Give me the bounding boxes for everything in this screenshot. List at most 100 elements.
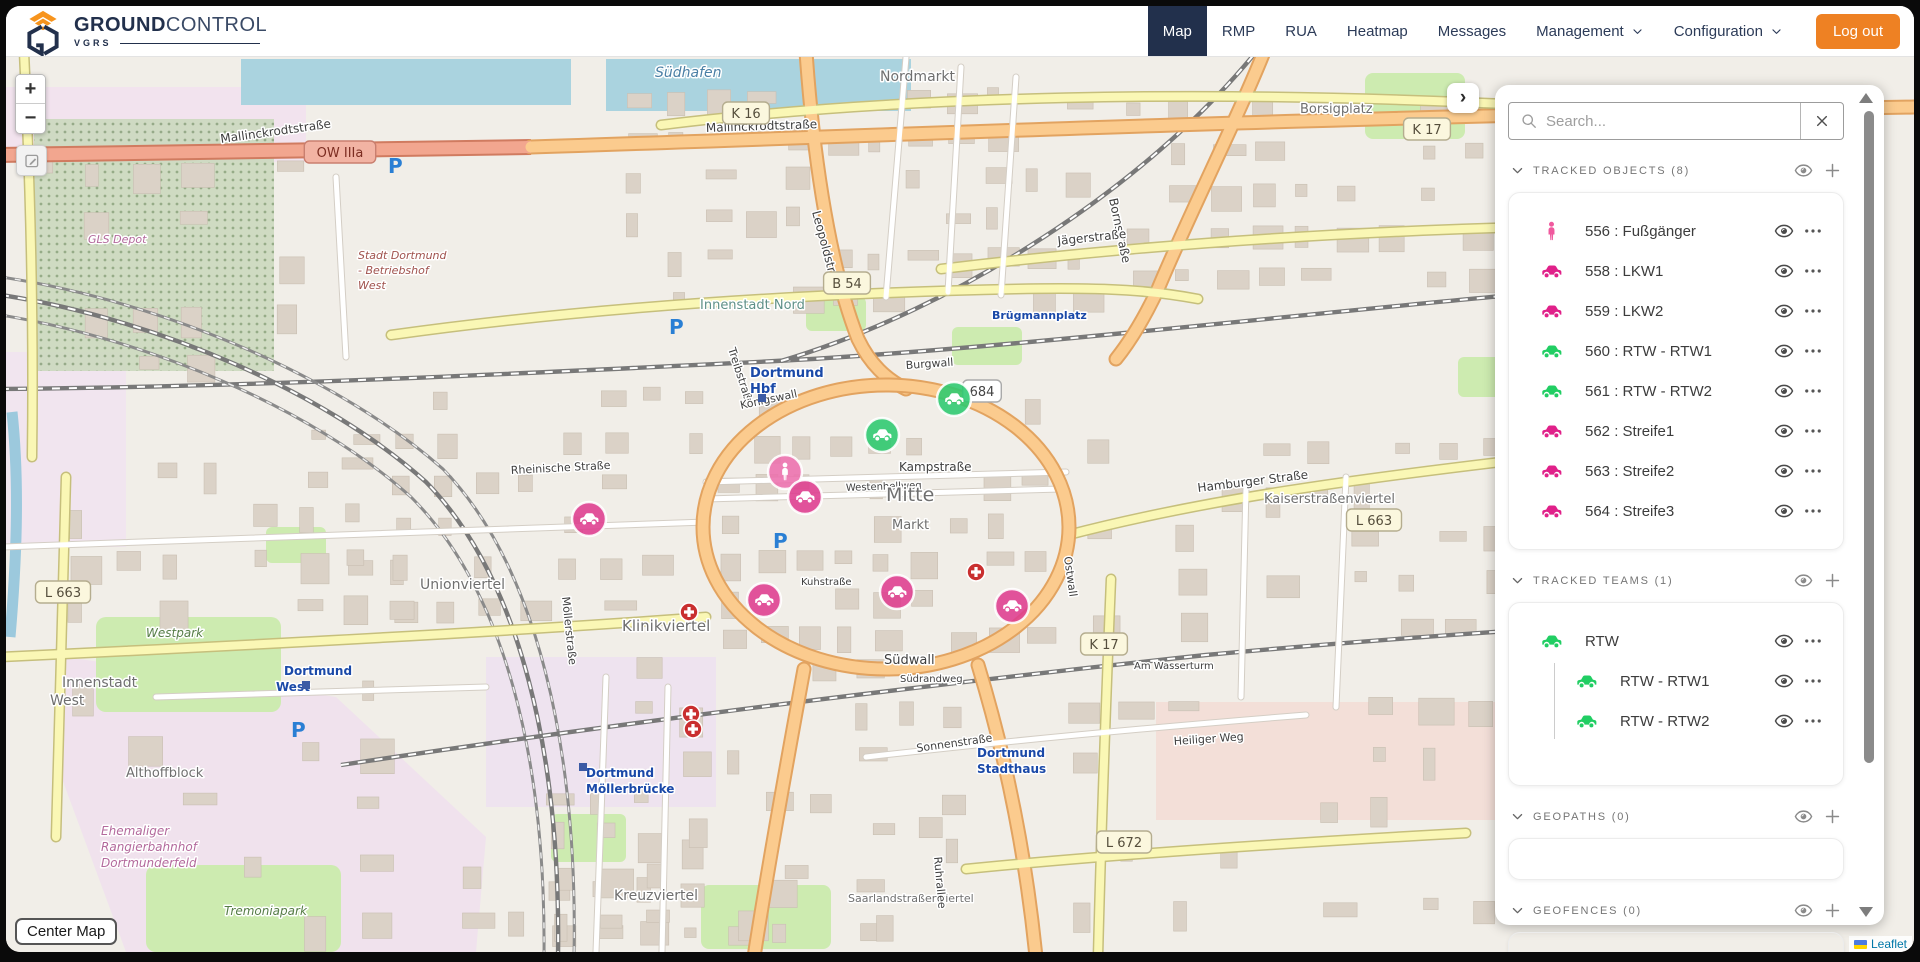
list-item[interactable]: 562 : Streife1 [1509,411,1843,451]
map-label: West [358,279,386,292]
add-icon[interactable] [1823,807,1842,826]
visibility-eye-icon[interactable] [1794,571,1813,590]
list-item[interactable]: 556 : Fußgänger [1509,211,1843,251]
map-marker-car[interactable] [745,581,783,619]
add-icon[interactable] [1823,901,1842,920]
list-item[interactable]: 564 : Streife3 [1509,491,1843,531]
scrollbar-thumb[interactable] [1864,111,1874,763]
visibility-eye-icon[interactable] [1774,341,1794,361]
section-card-geofences [1508,932,1844,952]
visibility-eye-icon[interactable] [1774,381,1794,401]
map-label: Dortmund [586,766,654,780]
nav-item-management[interactable]: Management [1521,6,1659,56]
visibility-eye-icon[interactable] [1774,501,1794,521]
list-item[interactable]: RTW [1509,621,1843,661]
map-marker-car[interactable] [863,416,901,454]
map-marker-car[interactable] [786,478,824,516]
main-nav: Map RMP RUA Heatmap Messages Management Config… [1147,6,1914,56]
chevron-down-icon[interactable] [1510,163,1525,178]
map[interactable]: Südhafen Mallinckrodtstraße Mallinckrodtst… [6,57,1914,952]
nav-item-map[interactable]: Map [1147,6,1207,56]
visibility-eye-icon[interactable] [1774,631,1794,651]
add-icon[interactable] [1823,571,1842,590]
map-marker-car[interactable] [993,587,1031,625]
station-icon [579,763,587,771]
parking-icon: P [388,154,403,178]
person-icon [1540,220,1563,243]
nav-item-configuration[interactable]: Configuration [1659,6,1798,56]
list-item[interactable]: 561 : RTW - RTW2 [1509,371,1843,411]
visibility-eye-icon[interactable] [1774,461,1794,481]
object-label: RTW - RTW1 [1620,672,1710,690]
more-options-icon[interactable] [1803,261,1823,281]
more-options-icon[interactable] [1803,711,1823,731]
chevron-down-icon [1631,25,1644,38]
visibility-eye-icon[interactable] [1794,901,1813,920]
map-label: Klinikviertel [622,617,710,635]
scrollbar-up-arrow[interactable] [1859,93,1873,103]
more-options-icon[interactable] [1803,421,1823,441]
more-options-icon[interactable] [1803,341,1823,361]
nav-item-rmp[interactable]: RMP [1207,6,1270,56]
more-options-icon[interactable] [1803,631,1823,651]
more-options-icon[interactable] [1803,461,1823,481]
nav-item-rua[interactable]: RUA [1270,6,1332,56]
scrollbar-down-arrow[interactable] [1859,907,1873,917]
more-options-icon[interactable] [1803,221,1823,241]
draw-edit-button[interactable] [16,145,47,176]
car-icon [1575,670,1598,693]
map-marker-car[interactable] [570,500,608,538]
panel-collapse-button[interactable]: › [1447,83,1479,113]
visibility-eye-icon[interactable] [1794,161,1813,180]
more-options-icon[interactable] [1803,671,1823,691]
map-label: Brügmannplatz [992,309,1087,322]
section-header-geofences: GEOFENCES (0) [1510,901,1842,920]
chevron-down-icon[interactable] [1510,573,1525,588]
list-item[interactable]: 560 : RTW - RTW1 [1509,331,1843,371]
car-icon [1540,460,1563,483]
logout-button[interactable]: Log out [1815,13,1900,49]
visibility-eye-icon[interactable] [1794,807,1813,826]
team-members: RTW - RTW1 RTW - RTW2 [1509,661,1843,741]
parking-icon: P [773,529,788,553]
list-item[interactable]: 563 : Streife2 [1509,451,1843,491]
visibility-eye-icon[interactable] [1774,671,1794,691]
search-input[interactable] [1546,112,1800,130]
visibility-eye-icon[interactable] [1774,421,1794,441]
list-item[interactable]: 559 : LKW2 [1509,291,1843,331]
more-options-icon[interactable] [1803,301,1823,321]
svg-text:OW IIIa: OW IIIa [317,146,364,161]
leaflet-link[interactable]: Leaflet [1871,937,1907,951]
map-marker-car[interactable] [935,380,973,418]
chevron-down-icon[interactable] [1510,903,1525,918]
more-options-icon[interactable] [1803,381,1823,401]
list-item[interactable]: RTW - RTW1 [1509,661,1843,701]
map-label: - Betriebshof [358,264,431,277]
ukraine-flag-icon [1853,939,1867,949]
zoom-out-button[interactable]: − [16,104,45,133]
map-label: Unionviertel [420,577,505,593]
section-header-tracked-objects: TRACKED OBJECTS (8) [1510,161,1842,180]
object-label: 563 : Streife2 [1585,462,1675,480]
more-options-icon[interactable] [1803,501,1823,521]
visibility-eye-icon[interactable] [1774,301,1794,321]
visibility-eye-icon[interactable] [1774,261,1794,281]
add-icon[interactable] [1823,161,1842,180]
visibility-eye-icon[interactable] [1774,221,1794,241]
car-icon [1575,710,1598,733]
object-label: RTW - RTW2 [1620,712,1710,730]
groundcontrol-logo-icon [27,10,59,56]
search-clear-button[interactable] [1801,103,1843,139]
zoom-in-button[interactable]: + [16,75,45,104]
visibility-eye-icon[interactable] [1774,711,1794,731]
chevron-down-icon[interactable] [1510,809,1525,824]
center-map-button[interactable]: Center Map [15,918,118,945]
map-marker-car[interactable] [878,573,916,611]
nav-item-messages[interactable]: Messages [1423,6,1521,56]
map-label: Dortmunderfeld [101,856,197,870]
list-item[interactable]: 558 : LKW1 [1509,251,1843,291]
list-item[interactable]: RTW - RTW2 [1509,701,1843,741]
section-card-tracked-teams: RTW RTW - RTW1 RTW - RTW2 [1508,602,1844,786]
nav-item-heatmap[interactable]: Heatmap [1332,6,1423,56]
hospital-icon [679,602,699,622]
